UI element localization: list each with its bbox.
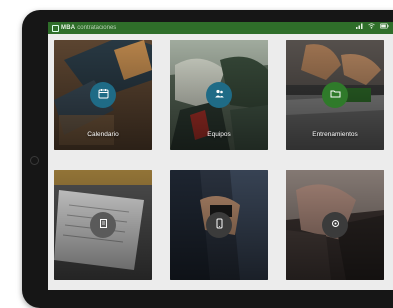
tile-grid: Calendario Equipos Entrenamientos — [54, 40, 393, 290]
status-bar: MBA contrataciones — [48, 22, 393, 34]
brand-name: MBA — [61, 25, 76, 31]
badge-document — [90, 212, 116, 238]
wifi-icon — [368, 22, 375, 34]
document-icon — [98, 216, 109, 234]
tile-equipos[interactable]: Equipos — [170, 40, 268, 150]
badge-calendar — [90, 82, 116, 108]
team-icon — [214, 86, 225, 104]
badge-team — [206, 82, 232, 108]
settings-icon — [330, 216, 341, 234]
badge-phone — [206, 212, 232, 238]
home-button[interactable] — [30, 156, 39, 165]
badge-folder — [322, 82, 348, 108]
phone-icon — [214, 216, 225, 234]
tile-entrenamientos[interactable]: Entrenamientos — [286, 40, 384, 150]
tile-phone[interactable] — [170, 170, 268, 280]
tile-label: Equipos — [207, 131, 231, 138]
tile-label: Entrenamientos — [312, 131, 358, 138]
tile-settings[interactable] — [286, 170, 384, 280]
tile-documents[interactable] — [54, 170, 152, 280]
tile-label: Calendario — [87, 131, 119, 138]
app-logo-icon — [52, 24, 59, 32]
battery-icon — [380, 22, 389, 34]
tile-calendario[interactable]: Calendario — [54, 40, 152, 150]
brand-subtitle: contrataciones — [77, 25, 117, 31]
app-screen: MBA contrataciones Calendario Equipos En… — [48, 22, 393, 290]
calendar-icon — [98, 86, 109, 104]
badge-settings — [322, 212, 348, 238]
signal-icon — [356, 22, 363, 34]
folder-icon — [330, 86, 341, 104]
